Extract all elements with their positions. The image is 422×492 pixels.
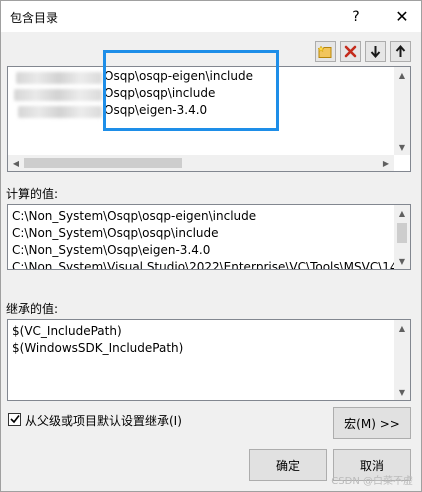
checkmark-icon xyxy=(9,413,20,427)
scroll-up-icon[interactable]: ▲ xyxy=(394,205,410,221)
scroll-down-icon[interactable]: ▼ xyxy=(394,253,410,269)
help-button[interactable]: ? xyxy=(339,1,373,32)
inherited-values-label: 继承的值: xyxy=(6,302,59,316)
include-line[interactable]: Osqp\osqp\include xyxy=(104,85,215,102)
scroll-up-icon[interactable]: ▲ xyxy=(394,67,410,83)
move-up-icon xyxy=(395,45,406,58)
inherited-line: $(WindowsSDK_IncludePath) xyxy=(12,341,184,355)
include-line[interactable]: Osqp\osqp-eigen\include xyxy=(104,68,253,85)
inherit-checkbox[interactable] xyxy=(8,413,21,426)
inherited-vscroll[interactable]: ▲ ▼ xyxy=(394,320,410,400)
include-directories-dialog: 包含目录 ? ✕ Osqp\osqp-eigen\include Osqp\os… xyxy=(0,0,422,492)
close-icon: ✕ xyxy=(395,7,409,26)
computed-line: C:\Non_System\Osqp\eigen-3.4.0 xyxy=(12,243,211,257)
move-down-button[interactable] xyxy=(365,41,386,62)
scroll-left-icon[interactable]: ◀ xyxy=(8,155,24,171)
include-dirs-hscroll[interactable]: ◀ ▶ xyxy=(8,155,394,171)
computed-values-list: C:\Non_System\Osqp\osqp-eigen\include C:… xyxy=(7,204,411,270)
inherit-checkbox-label[interactable]: 从父级或项目默认设置继承(I) xyxy=(25,412,182,429)
inherited-values-list: $(VC_IncludePath) $(WindowsSDK_IncludePa… xyxy=(7,319,411,401)
watermark: CSDN @白菜不虚 xyxy=(331,476,413,487)
inherited-line: $(VC_IncludePath) xyxy=(12,324,122,338)
delete-icon xyxy=(344,45,357,58)
new-line-icon xyxy=(318,44,333,59)
scroll-right-icon[interactable]: ▶ xyxy=(378,155,394,171)
computed-vscroll[interactable]: ▲ ▼ xyxy=(394,205,410,269)
delete-button[interactable] xyxy=(340,41,361,62)
redacted-path-prefix xyxy=(14,89,102,101)
move-down-icon xyxy=(370,45,381,58)
ok-button[interactable]: 确定 xyxy=(249,449,327,481)
new-line-button[interactable] xyxy=(315,41,336,62)
computed-line: C:\Non_System\Visual Studio\2022\Enterpr… xyxy=(12,260,398,270)
help-icon: ? xyxy=(352,8,360,25)
move-up-button[interactable] xyxy=(390,41,411,62)
redacted-path-prefix xyxy=(16,72,102,84)
include-line[interactable]: Osqp\eigen-3.4.0 xyxy=(104,102,207,119)
macros-button[interactable]: 宏(M) >> xyxy=(333,407,411,439)
include-dirs-vscroll[interactable]: ▲ ▼ xyxy=(394,67,410,155)
dialog-title: 包含目录 xyxy=(10,11,59,25)
scroll-down-icon[interactable]: ▼ xyxy=(394,139,410,155)
include-dirs-edit-list[interactable]: Osqp\osqp-eigen\include Osqp\osqp\includ… xyxy=(7,66,411,172)
title-bar: 包含目录 ? ✕ xyxy=(1,1,421,32)
vscroll-thumb[interactable] xyxy=(397,223,407,243)
scroll-up-icon[interactable]: ▲ xyxy=(394,320,410,336)
computed-line: C:\Non_System\Osqp\osqp-eigen\include xyxy=(12,209,257,223)
scroll-down-icon[interactable]: ▼ xyxy=(394,384,410,400)
redacted-path-prefix xyxy=(18,106,102,118)
computed-values-label: 计算的值: xyxy=(6,187,59,201)
hscroll-thumb[interactable] xyxy=(24,158,182,168)
computed-line: C:\Non_System\Osqp\osqp\include xyxy=(12,226,219,240)
close-button[interactable]: ✕ xyxy=(385,1,419,32)
